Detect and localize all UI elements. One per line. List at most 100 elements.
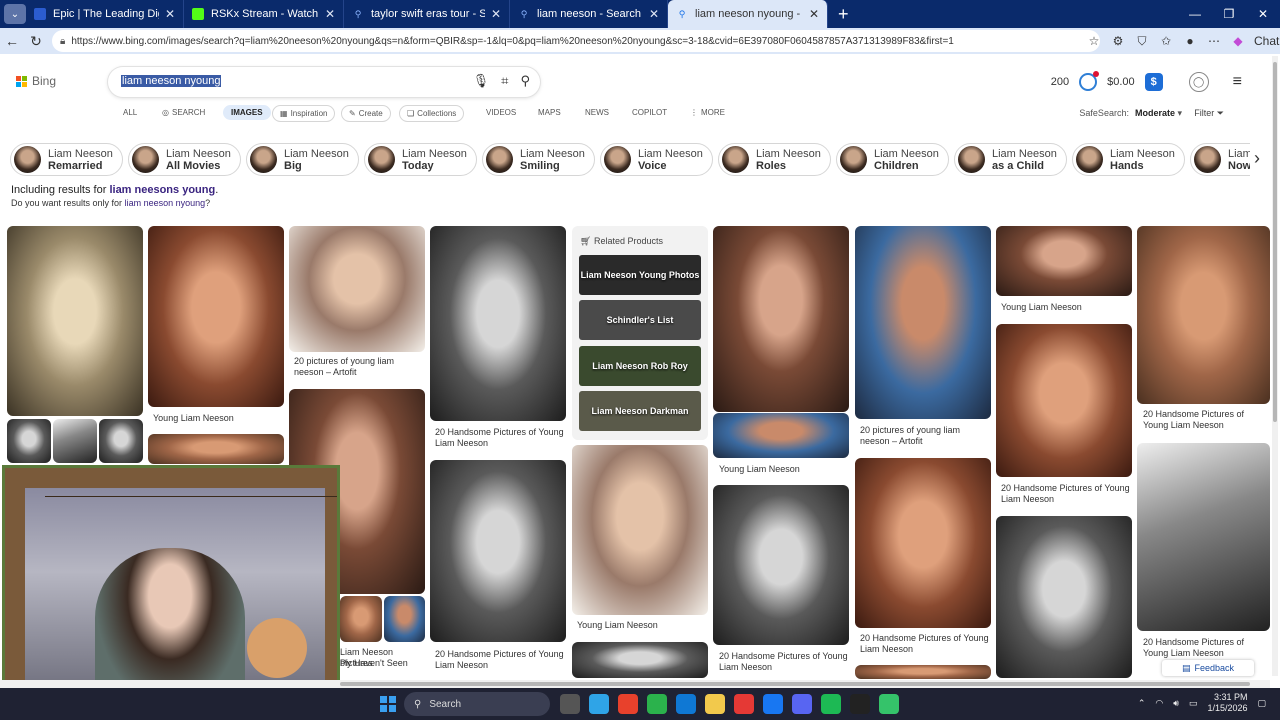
chip-voice[interactable]: Liam Neeson Voice (600, 143, 713, 176)
close-tab-icon[interactable]: ✕ (491, 7, 501, 21)
windows-start-icon[interactable] (380, 696, 396, 712)
image-result[interactable] (289, 226, 425, 352)
image-result[interactable] (1137, 226, 1270, 404)
browser-essentials-icon[interactable]: ⛉ (1130, 34, 1154, 49)
rewards-icon[interactable] (1079, 71, 1100, 91)
image-result[interactable] (384, 596, 425, 642)
scope-copilot[interactable]: COPILOT (632, 108, 667, 117)
image-caption[interactable]: 20 Handsome Pictures of Young Liam Neeso… (435, 649, 565, 671)
tab-epic[interactable]: Epic | The Leading Digital Library f ✕ (26, 0, 184, 28)
xbox-icon[interactable] (647, 694, 667, 714)
copilot-chat-button[interactable]: ◆ Chat (1226, 34, 1280, 48)
image-caption[interactable]: Young Liam Neeson (1001, 302, 1131, 313)
tab-taylor-swift[interactable]: ⚲ taylor swift eras tour - Search ✕ (344, 0, 510, 28)
wifi-icon[interactable]: ◠ (1155, 698, 1163, 709)
image-result[interactable] (855, 665, 991, 679)
clock[interactable]: 3:31 PM 1/15/2026 (1207, 692, 1247, 714)
chip-hands[interactable]: Liam Neeson Hands (1072, 143, 1185, 176)
chrome-icon[interactable] (618, 694, 638, 714)
image-result[interactable] (430, 226, 566, 421)
image-caption[interactable]: 20 Handsome Pictures of Young Liam Neeso… (1001, 483, 1131, 505)
refresh-icon[interactable]: ↻ (24, 33, 48, 50)
chevron-right-icon[interactable]: › (1254, 148, 1260, 169)
image-result[interactable] (713, 413, 849, 458)
close-tab-icon[interactable]: ✕ (325, 7, 335, 21)
image-result[interactable] (572, 445, 708, 615)
dollar-icon[interactable]: $ (1144, 73, 1163, 91)
notifications-icon[interactable]: ▢ (1257, 698, 1266, 709)
address-field[interactable]: 🔒︎ https://www.bing.com/images/search?q=… (52, 30, 1100, 52)
image-caption[interactable]: Young Liam Neeson (719, 464, 849, 475)
image-result[interactable] (99, 419, 143, 463)
profile-icon[interactable]: ● (1178, 34, 1202, 48)
image-caption[interactable]: 20 Handsome Pictures of Young Liam Neeso… (1143, 409, 1270, 431)
scope-create[interactable]: ✎ Create (341, 105, 391, 122)
facebook-icon[interactable] (763, 694, 783, 714)
image-result[interactable] (855, 458, 991, 628)
image-result[interactable] (340, 596, 382, 642)
chip-smiling[interactable]: Liam Neeson Smiling (482, 143, 595, 176)
filter-button[interactable]: Filter ⏷ (1194, 108, 1224, 119)
hamburger-menu-icon[interactable]: ≡ (1233, 73, 1242, 91)
taskbar-search[interactable]: ⚲ Search (404, 692, 550, 716)
related-product-item[interactable]: Liam Neeson Darkman (579, 391, 701, 431)
image-result[interactable] (148, 434, 284, 464)
tab-liam-neeson[interactable]: ⚲ liam neeson - Search ✕ (510, 0, 668, 28)
chip-roles[interactable]: Liam Neeson Roles (718, 143, 831, 176)
related-product-item[interactable]: Liam Neeson Rob Roy (579, 346, 701, 386)
horizontal-scrollbar[interactable] (0, 680, 1270, 688)
restore-icon[interactable]: ❐ (1212, 0, 1246, 28)
image-result[interactable] (430, 460, 566, 642)
feedback-button[interactable]: ▤ Feedback (1162, 660, 1254, 676)
file-explorer-icon[interactable] (705, 694, 725, 714)
image-result[interactable] (713, 485, 849, 645)
scope-search[interactable]: ◎ SEARCH (162, 108, 205, 117)
discord-icon[interactable] (792, 694, 812, 714)
rewards-points[interactable]: 200 (1051, 76, 1069, 88)
image-result[interactable] (996, 324, 1132, 477)
image-caption[interactable]: 20 Handsome Pictures of Young Liam Neeso… (1143, 637, 1270, 659)
scope-videos[interactable]: VIDEOS (486, 108, 516, 117)
image-result[interactable] (855, 226, 991, 419)
image-result[interactable] (7, 226, 143, 416)
favorites-icon[interactable]: ✩ (1154, 34, 1178, 48)
image-caption[interactable]: Young Liam Neeson (577, 620, 707, 631)
edge-icon[interactable] (676, 694, 696, 714)
spotify-icon[interactable] (821, 694, 841, 714)
chip-today[interactable]: Liam Neeson Today (364, 143, 477, 176)
more-menu-icon[interactable]: ⋯ (1202, 34, 1226, 48)
corrected-query-link[interactable]: liam neesons young (109, 184, 215, 196)
chip-children[interactable]: Liam Neeson Children (836, 143, 949, 176)
bing-logo[interactable]: Bing (16, 74, 56, 88)
search-input[interactable]: liam neeson nyoung (121, 75, 222, 87)
chip-all-movies[interactable]: Liam Neeson All Movies (128, 143, 241, 176)
chip-big[interactable]: Liam Neeson Big (246, 143, 359, 176)
scope-collections[interactable]: ❏ Collections (399, 105, 465, 122)
battery-icon[interactable]: ▭ (1189, 698, 1198, 709)
visual-search-icon[interactable]: ⌗ (501, 73, 508, 89)
close-window-icon[interactable]: ✕ (1246, 0, 1280, 28)
image-result[interactable] (996, 516, 1132, 678)
chip-as-a-child[interactable]: Liam Neeson as a Child (954, 143, 1067, 176)
youtube-icon[interactable] (734, 694, 754, 714)
chip-now[interactable]: Liam Now (1190, 143, 1250, 176)
scope-more[interactable]: ⋮ MORE (690, 108, 725, 117)
search-box[interactable]: liam neeson nyoung 🎙︎ ⌗ ⚲ (108, 67, 540, 97)
original-query-link[interactable]: liam neeson nyoung (125, 198, 206, 208)
volume-icon[interactable]: 🔊︎ (1173, 698, 1179, 709)
safesearch-dropdown[interactable]: SafeSearch: Moderate ▾ (1079, 108, 1182, 119)
close-tab-icon[interactable]: ✕ (649, 7, 659, 21)
close-tab-icon[interactable]: ✕ (809, 7, 819, 21)
minimize-icon[interactable]: — (1178, 0, 1212, 28)
image-caption[interactable]: bly Haven't Seen (340, 658, 426, 669)
close-tab-icon[interactable]: ✕ (165, 7, 175, 21)
scope-inspiration[interactable]: ▦ Inspiration (272, 105, 336, 122)
chip-remarried[interactable]: Liam Neeson Remarried (10, 143, 123, 176)
image-caption[interactable]: 20 Handsome Pictures of Young Liam Neeso… (860, 633, 990, 655)
image-result[interactable] (996, 226, 1132, 296)
user-avatar-icon[interactable]: ◯ (1188, 72, 1209, 92)
image-result[interactable] (572, 642, 708, 678)
extensions-icon[interactable]: ⚙ (1106, 34, 1130, 48)
tray-chevron-icon[interactable]: ⌃ (1138, 698, 1146, 709)
scope-all[interactable]: ALL (123, 108, 137, 117)
